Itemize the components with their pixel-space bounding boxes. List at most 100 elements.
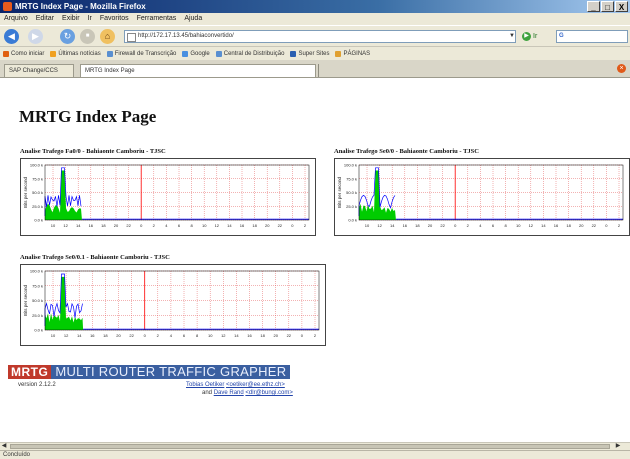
x-tick-label: 2: [153, 223, 156, 228]
mrtg-author-line-1: Tobias Oetiker <oetiker@ee.ethz.ch>: [186, 382, 285, 388]
bookmark-item[interactable]: Google: [182, 50, 210, 57]
incoming-traffic-area: [45, 276, 84, 330]
address-bar[interactable]: http://172.17.13.45/bahiaconvertido/: [124, 30, 516, 43]
traffic-graph-svg: Bits per second100.0 k75.0 k50.0 k25.0 k…: [337, 163, 624, 228]
bookmark-label: Firewall de Transcrição: [114, 50, 177, 57]
page-title: MRTG Index Page: [19, 107, 157, 126]
x-tick-label: 18: [103, 333, 108, 338]
x-tick-label: 18: [260, 333, 265, 338]
x-tick-label: 22: [592, 223, 597, 228]
x-tick-label: 10: [365, 223, 370, 228]
mrtg-logo-left: MRTG: [8, 365, 52, 379]
x-tick-label: 14: [390, 223, 395, 228]
author-and: and: [202, 390, 213, 396]
tab-sap-change[interactable]: SAP Change/CCS: [4, 64, 74, 77]
graph-title[interactable]: Analise Trafego Fa0/0 - Bahiaonte Cambor…: [20, 148, 316, 155]
x-tick-label: 22: [126, 223, 131, 228]
x-tick-label: 2: [618, 223, 621, 228]
menu-tools[interactable]: Ferramentas: [137, 13, 177, 25]
x-tick-label: 14: [76, 223, 81, 228]
traffic-graph[interactable]: Bits per second 100.0 k 75.0 k 50.0 k 25.0 k…: [334, 158, 630, 236]
x-tick-label: 12: [215, 223, 220, 228]
y-axis-label: Bits per second: [337, 177, 342, 209]
minimize-button[interactable]: _: [587, 1, 600, 12]
y-tick-label: 0.0 k: [348, 218, 357, 223]
close-button[interactable]: X: [615, 1, 628, 12]
author-email-oetiker[interactable]: <oetiker@ee.ethz.ch>: [226, 382, 285, 388]
windows-icon: [290, 50, 297, 57]
back-button[interactable]: ◀: [4, 29, 19, 44]
traffic-graph-svg: Bits per second100.0 k75.0 k50.0 k25.0 k…: [23, 163, 310, 228]
close-tab-icon[interactable]: ×: [617, 64, 626, 73]
stop-button[interactable]: ■: [80, 29, 95, 44]
x-tick-label: 4: [479, 223, 482, 228]
bookmark-item[interactable]: Últimas notícias: [50, 50, 101, 57]
menu-view[interactable]: Exibir: [62, 13, 80, 25]
menu-bar: Arquivo Editar Exibir Ir Favoritos Ferra…: [0, 13, 630, 25]
x-tick-label: 20: [579, 223, 584, 228]
horizontal-scrollbar[interactable]: ◀ ▶: [0, 442, 630, 450]
x-tick-label: 12: [377, 223, 382, 228]
y-tick-label: 0.0 k: [34, 328, 43, 333]
x-tick-label: 6: [183, 333, 186, 338]
graph-title[interactable]: Analise Trafego Se0/0.1 - Bahiaonte Camb…: [20, 254, 326, 261]
forward-button[interactable]: ▶: [28, 29, 43, 44]
graph-block-fa0-0[interactable]: Analise Trafego Fa0/0 - Bahiaonte Cambor…: [20, 148, 316, 236]
go-button[interactable]: ▶ Ir: [522, 30, 550, 43]
bookmark-item[interactable]: Central de Distribuição: [215, 50, 284, 57]
search-input[interactable]: G: [556, 30, 628, 43]
bookmark-icon: [3, 50, 9, 57]
mrtg-logo-right: MULTI ROUTER TRAFFIC GRAPHER: [51, 365, 291, 379]
x-tick-label: 8: [504, 223, 507, 228]
bookmark-item[interactable]: Super Sites: [290, 50, 330, 57]
tab-mrtg-index[interactable]: MRTG Index Page: [80, 64, 316, 77]
bookmark-label: Super Sites: [298, 50, 330, 57]
graph-title[interactable]: Analise Trafego Se0/0 - Bahiaonte Cambor…: [334, 148, 630, 155]
author-link-rand[interactable]: Dave Rand: [214, 390, 244, 396]
traffic-graph-svg: Bits per second100.0 k75.0 k50.0 k25.0 k…: [23, 269, 320, 338]
x-tick-label: 22: [129, 333, 134, 338]
bookmark-item[interactable]: Como iniciar: [3, 50, 44, 57]
x-tick-label: 18: [101, 223, 106, 228]
status-text: Concluído: [3, 452, 31, 458]
window-title: MRTG Index Page - Mozilla Firefox: [15, 2, 146, 11]
y-tick-label: 100.0 k: [344, 163, 357, 168]
traffic-graph[interactable]: Bits per second 100.0 k 75.0 k 50.0 k 25.0 k…: [20, 158, 316, 236]
x-tick-label: 8: [190, 223, 193, 228]
menu-go[interactable]: Ir: [88, 13, 92, 25]
x-tick-label: 18: [415, 223, 420, 228]
x-tick-label: 8: [196, 333, 199, 338]
window-controls: _ □ X: [587, 1, 628, 12]
author-email-rand[interactable]: <dlr@bungi.com>: [245, 390, 292, 396]
graph-block-se0-0-1[interactable]: Analise Trafego Se0/0.1 - Bahiaonte Camb…: [20, 254, 326, 346]
address-dropdown-icon[interactable]: ▼: [508, 31, 516, 42]
y-tick-label: 75.0 k: [32, 283, 43, 288]
y-tick-label: 100.0 k: [30, 269, 43, 274]
scroll-left-icon[interactable]: ◀: [0, 443, 8, 450]
bookmark-item[interactable]: PÁGINAS: [335, 50, 370, 57]
y-tick-label: 50.0 k: [32, 190, 43, 195]
author-link-oetiker[interactable]: Tobias Oetiker: [186, 382, 224, 388]
traffic-graph[interactable]: Bits per second 100.0 k 75.0 k 50.0 k 25.0 k…: [20, 264, 326, 346]
home-button[interactable]: ⌂: [100, 29, 115, 44]
x-tick-label: 2: [314, 333, 317, 338]
graph-block-se0-0[interactable]: Analise Trafego Se0/0 - Bahiaonte Cambor…: [334, 148, 630, 236]
menu-file[interactable]: Arquivo: [4, 13, 28, 25]
bookmark-item[interactable]: Firewall de Transcrição: [106, 50, 177, 57]
scroll-right-icon[interactable]: ▶: [614, 443, 622, 450]
scrollbar-thumb[interactable]: [10, 444, 610, 449]
tab-divider: [318, 64, 319, 77]
x-tick-label: 6: [178, 223, 181, 228]
x-tick-label: 2: [304, 223, 307, 228]
maximize-button[interactable]: □: [601, 1, 614, 12]
search-engine-icon: G: [559, 33, 564, 39]
menu-bookmarks[interactable]: Favoritos: [100, 13, 129, 25]
menu-edit[interactable]: Editar: [36, 13, 54, 25]
x-tick-label: 0: [454, 223, 457, 228]
x-tick-label: 16: [240, 223, 245, 228]
x-tick-label: 14: [234, 333, 239, 338]
mrtg-logo[interactable]: MRTG MULTI ROUTER TRAFFIC GRAPHER: [8, 365, 291, 379]
x-tick-label: 10: [208, 333, 213, 338]
reload-button[interactable]: ↻: [60, 29, 75, 44]
menu-help[interactable]: Ajuda: [184, 13, 202, 25]
